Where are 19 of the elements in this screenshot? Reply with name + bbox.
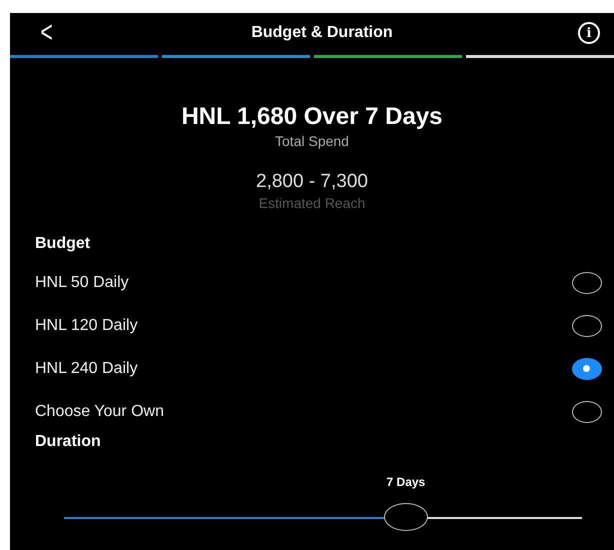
section-heading: Duration	[34, 433, 102, 451]
total-spend-value: HNL 1,680 Over 7 Days	[180, 103, 444, 131]
budget-option-label[interactable]: HNL 50 Daily	[35, 274, 129, 292]
radio-button[interactable]	[572, 400, 602, 422]
section-heading: Budget	[34, 235, 92, 253]
back-button[interactable]: <	[40, 16, 62, 50]
radio-button[interactable]	[572, 272, 602, 294]
budget-option-label[interactable]: HNL 120 Daily	[35, 316, 138, 334]
reach-value: 2,800 - 7,300	[255, 171, 369, 193]
budget-option-label[interactable]: Choose Your Own	[35, 402, 164, 420]
info-button[interactable]: i	[578, 22, 600, 44]
radio-button[interactable]	[572, 358, 602, 380]
radio-button[interactable]	[572, 314, 602, 336]
slider-thumb[interactable]	[384, 503, 428, 531]
slider-value: 7 Days	[386, 475, 426, 489]
reach-label: Estimated Reach	[258, 195, 366, 211]
screen-title: Budget & Duration	[250, 24, 394, 42]
total-spend-label: Total Spend	[274, 133, 350, 149]
budget-option-label[interactable]: HNL 240 Daily	[35, 360, 138, 378]
